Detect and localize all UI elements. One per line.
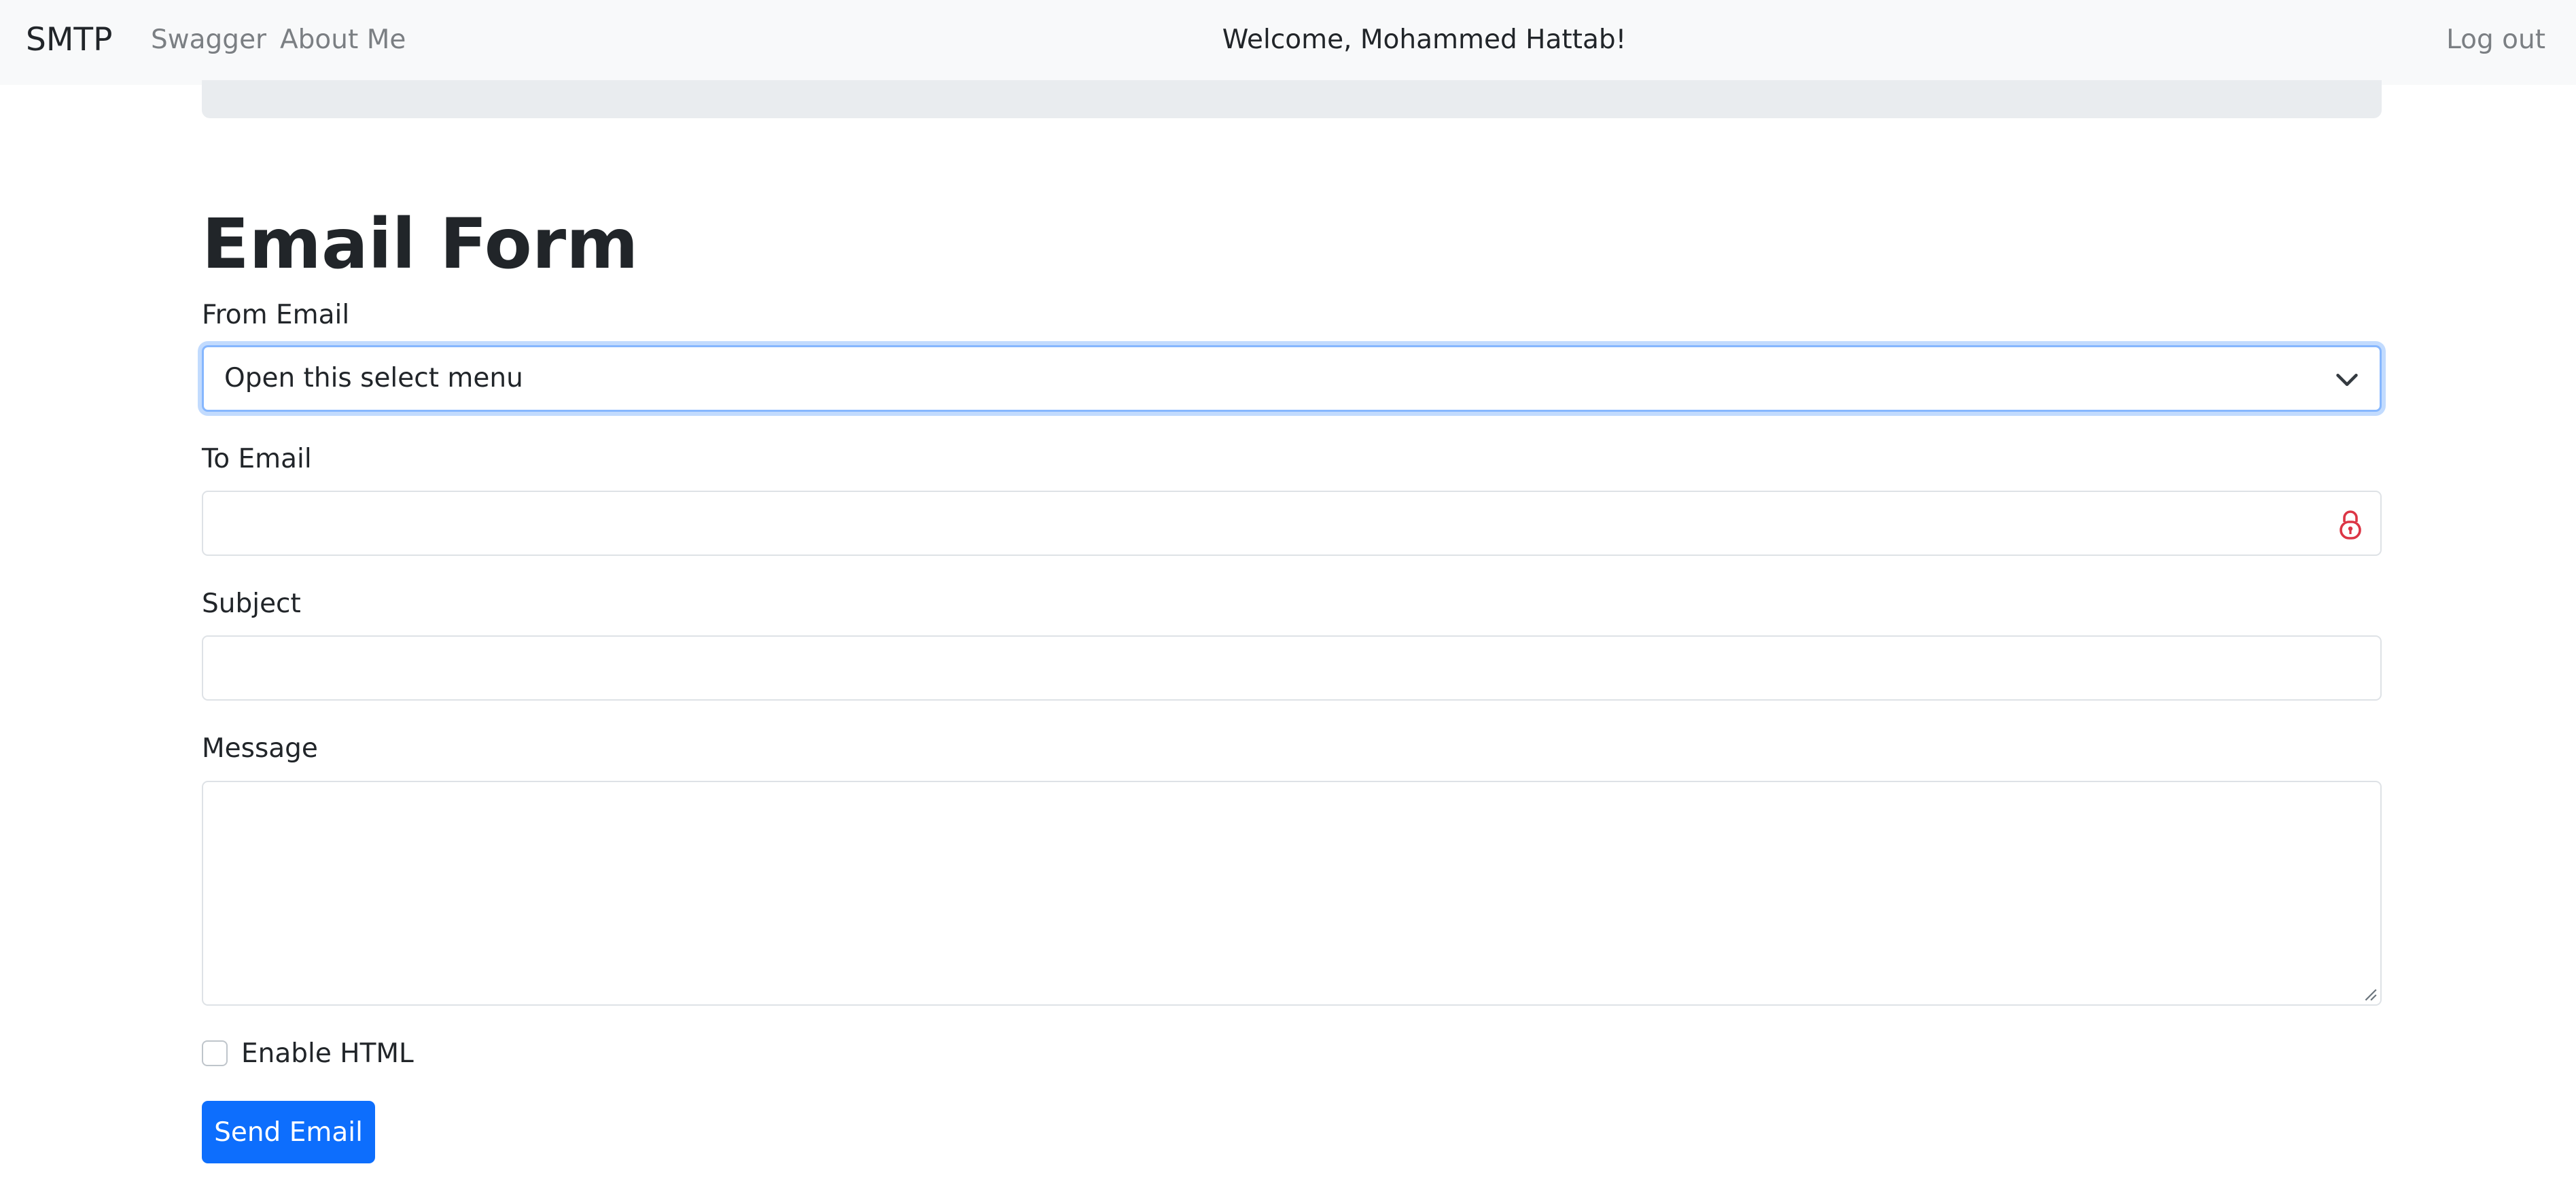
message-textarea[interactable] (202, 781, 2382, 1006)
subject-label: Subject (202, 588, 301, 619)
brand-link[interactable]: SMTP (26, 0, 112, 85)
navbar: SMTP Swagger About Me Welcome, Mohammed … (0, 0, 2576, 85)
message-label: Message (202, 733, 318, 764)
from-email-selected-value: Open this select menu (224, 363, 523, 393)
subject-input[interactable] (203, 637, 2380, 699)
send-email-button[interactable]: Send Email (202, 1101, 375, 1163)
resize-grip-icon[interactable] (2363, 987, 2378, 1002)
banner (202, 80, 2382, 118)
chevron-down-icon (2336, 374, 2358, 386)
to-email-field-wrapper (202, 491, 2382, 556)
to-email-label: To Email (202, 444, 312, 474)
from-email-select[interactable]: Open this select menu (202, 345, 2382, 412)
nav-link-about-me[interactable]: About Me (280, 0, 406, 85)
from-email-label: From Email (202, 300, 350, 330)
to-email-input[interactable] (203, 492, 2380, 555)
enable-html-checkbox[interactable] (202, 1040, 228, 1066)
logout-link[interactable]: Log out (2446, 0, 2545, 85)
nav-link-swagger[interactable]: Swagger (151, 0, 266, 85)
password-manager-lock-icon[interactable] (2335, 508, 2365, 541)
enable-html-label[interactable]: Enable HTML (241, 1038, 414, 1070)
welcome-message: Welcome, Mohammed Hattab! (1222, 24, 1627, 55)
subject-field-wrapper (202, 635, 2382, 701)
page-title: Email Form (202, 204, 639, 285)
